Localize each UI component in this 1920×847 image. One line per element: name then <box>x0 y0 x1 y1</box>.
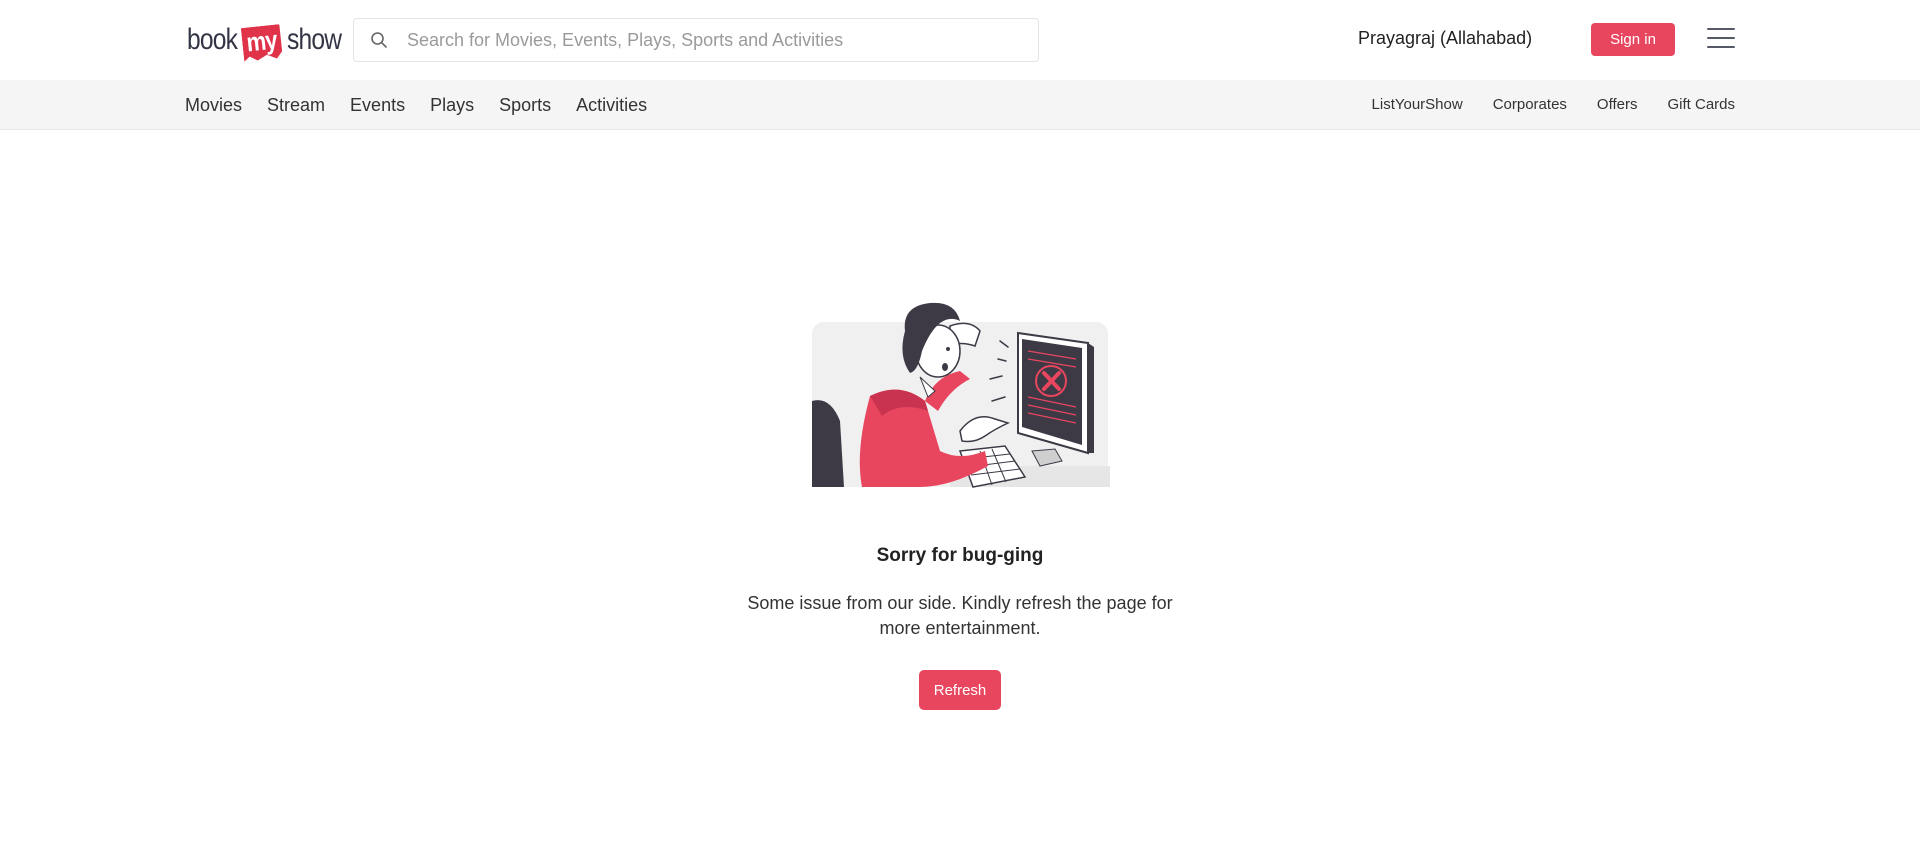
search-input[interactable] <box>405 28 1005 52</box>
nav-item-sports[interactable]: Sports <box>499 80 551 130</box>
error-title: Sorry for bug-ging <box>876 545 1044 566</box>
nav-item-offers[interactable]: Offers <box>1597 80 1638 130</box>
nav-item-corporates[interactable]: Corporates <box>1493 80 1567 130</box>
nav-bar: Movies Stream Events Plays Sports Activi… <box>0 80 1920 130</box>
nav-item-events[interactable]: Events <box>350 80 405 130</box>
nav-item-movies[interactable]: Movies <box>185 80 242 130</box>
nav-item-activities[interactable]: Activities <box>576 80 647 130</box>
error-message: Some issue from our side. Kindly refresh… <box>747 593 1173 638</box>
error-panel: Sorry for bug-ging Some issue from our s… <box>0 131 1920 847</box>
logo-text-my: my <box>241 24 283 62</box>
frustrated-person-at-computer-illustration <box>810 301 1110 491</box>
city-selector[interactable]: Prayagraj (Allahabad) <box>1358 28 1532 49</box>
nav-item-listyourshow[interactable]: ListYourShow <box>1372 80 1463 130</box>
search-icon <box>369 30 389 50</box>
top-header: book my show Prayagraj (Allahabad) Sign … <box>0 0 1920 80</box>
nav-item-plays[interactable]: Plays <box>430 80 474 130</box>
search-box[interactable] <box>353 18 1039 62</box>
nav-item-stream[interactable]: Stream <box>267 80 325 130</box>
hamburger-menu-icon[interactable] <box>1707 28 1735 50</box>
logo-text-show: show <box>286 23 342 56</box>
nav-secondary: ListYourShow Corporates Offers Gift Card… <box>1342 80 1735 130</box>
nav-primary: Movies Stream Events Plays Sports Activi… <box>185 80 672 130</box>
sign-in-button[interactable]: Sign in <box>1591 23 1675 56</box>
bookmyshow-logo[interactable]: book my show <box>187 18 342 62</box>
nav-item-gift-cards[interactable]: Gift Cards <box>1667 80 1735 130</box>
logo-text-book: book <box>187 23 238 56</box>
refresh-button[interactable]: Refresh <box>919 670 1001 710</box>
